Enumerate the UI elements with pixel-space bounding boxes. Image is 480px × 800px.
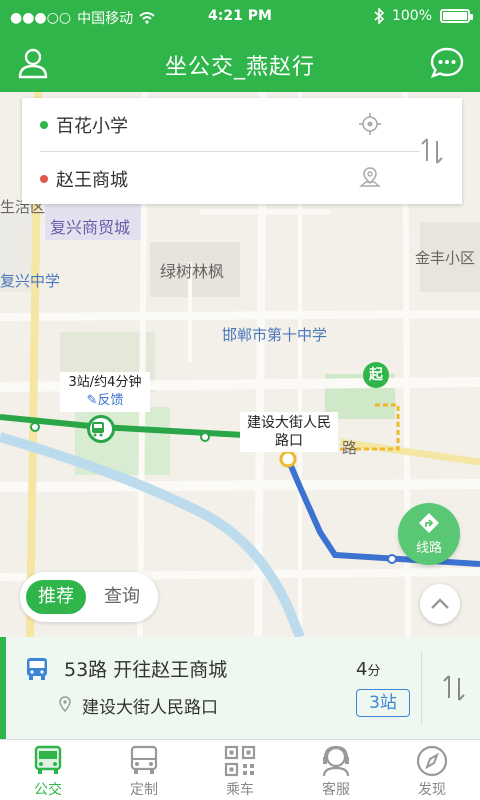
segment-stops-time: 3站/约4分钟 xyxy=(68,375,142,390)
bus-icon xyxy=(34,745,62,774)
map-label-lvshu: 绿树林枫 xyxy=(160,262,225,281)
feedback-link[interactable]: ✎反馈 xyxy=(64,392,146,410)
bluetooth-icon xyxy=(374,8,384,24)
origin-text: 百花小学 xyxy=(56,115,128,137)
battery-icon xyxy=(440,9,473,23)
bus-icon xyxy=(27,658,47,680)
map-label-fuxing-school: 复兴中学 xyxy=(0,272,61,290)
tab-recommend[interactable]: 推荐 xyxy=(26,580,86,614)
destination-row[interactable]: 赵王商城 xyxy=(22,152,382,205)
bottom-tab-bar: 公交 定制 乘车 客服 发现 xyxy=(0,739,480,800)
battery-percent: 100% xyxy=(391,8,432,24)
map-label-school10: 邯郸市第十中学 xyxy=(222,326,328,344)
bus-stop-name: 建设大街人民路口 xyxy=(82,698,218,718)
card-divider xyxy=(421,651,422,725)
bus-line-title: 53路 开往赵王商城 xyxy=(64,659,228,681)
chevron-up-icon xyxy=(431,598,449,609)
tab-discover-label: 发现 xyxy=(418,782,446,798)
route-card: 百花小学 赵王商城 xyxy=(22,98,462,204)
tab-bus[interactable]: 公交 xyxy=(0,740,96,800)
origin-row[interactable]: 百花小学 xyxy=(22,98,382,151)
switch-direction-icon[interactable] xyxy=(442,673,466,703)
tab-custom[interactable]: 定制 xyxy=(96,740,192,800)
bus-route-card[interactable]: 53路 开往赵王商城 建设大街人民路口 4分 3站 xyxy=(0,637,480,739)
map-label-road: 路 xyxy=(342,439,358,457)
stop-pin-icon xyxy=(59,696,71,712)
arrival-minutes: 4分 xyxy=(356,659,381,680)
map-label-fuxing-trade: 复兴商贸城 xyxy=(50,218,131,237)
coach-icon xyxy=(130,745,158,774)
app-header: 坐公交_燕赵行 xyxy=(0,34,480,92)
route-turn-icon xyxy=(419,513,439,533)
origin-dot xyxy=(40,120,48,129)
start-marker[interactable]: 起 xyxy=(363,362,389,388)
locate-icon[interactable] xyxy=(358,112,382,136)
tab-service[interactable]: 客服 xyxy=(288,740,384,800)
tab-discover[interactable]: 发现 xyxy=(384,740,480,800)
swap-route-icon[interactable] xyxy=(420,136,444,166)
edit-icon: ✎ xyxy=(86,393,98,408)
mode-toggle: 推荐 查询 xyxy=(20,572,158,622)
tab-query[interactable]: 查询 xyxy=(92,580,152,614)
compass-icon xyxy=(416,745,448,777)
route-button[interactable]: 线路 xyxy=(398,503,460,565)
map-pin-icon[interactable] xyxy=(358,166,382,190)
status-right: 100% xyxy=(374,8,473,24)
headset-icon xyxy=(322,745,350,777)
tab-bus-label: 公交 xyxy=(34,782,62,798)
tab-custom-label: 定制 xyxy=(130,782,158,798)
stop-bubble: 建设大街人民路口 xyxy=(240,412,338,452)
chat-bubble-icon[interactable] xyxy=(430,46,464,80)
bus-position-icon xyxy=(87,415,115,443)
tab-ride[interactable]: 乘车 xyxy=(192,740,288,800)
destination-dot xyxy=(40,174,48,183)
tab-ride-label: 乘车 xyxy=(226,782,254,798)
tab-service-label: 客服 xyxy=(322,782,350,798)
stops-badge: 3站 xyxy=(356,689,410,717)
expand-up-button[interactable] xyxy=(420,584,460,624)
segment-info-bubble: 3站/约4分钟 ✎反馈 xyxy=(60,372,150,412)
route-button-label: 线路 xyxy=(415,541,442,556)
page-title: 坐公交_燕赵行 xyxy=(164,55,315,80)
map-label-jinfeng: 金丰小区 xyxy=(415,249,476,267)
destination-text: 赵王商城 xyxy=(56,169,128,191)
qr-code-icon xyxy=(224,745,256,777)
status-bar: ●●●○○ 中国移动 4:21 PM 100% xyxy=(0,0,480,34)
